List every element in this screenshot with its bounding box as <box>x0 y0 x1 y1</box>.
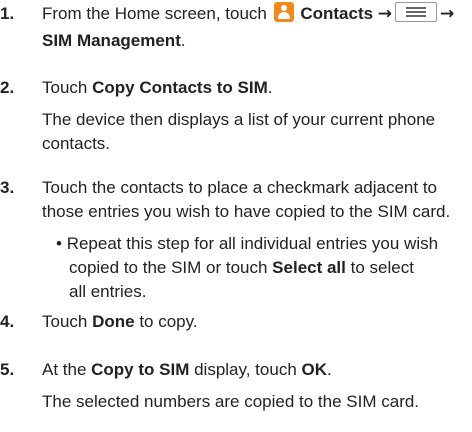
step-description: The selected numbers are copied to the S… <box>42 390 468 414</box>
step-text-part: Touch <box>42 312 93 331</box>
step-text: Touch Done to copy. <box>42 310 468 334</box>
step-number: 4. <box>0 312 15 331</box>
step-text-part: to copy. <box>134 312 198 331</box>
step-text-part: . <box>180 31 186 50</box>
instruction-page: 1. From the Home screen, touch Contacts … <box>0 0 472 432</box>
step-number: 3. <box>0 178 15 197</box>
bullet-line: Repeat this step for all individual entr… <box>66 234 439 253</box>
step-number: 5. <box>0 360 15 379</box>
description-line: The device then displays a list of your … <box>42 110 436 129</box>
step-text-line: those entries you wish to have copied to… <box>42 202 451 221</box>
contacts-icon <box>273 2 294 22</box>
menu-key-icon <box>395 2 438 22</box>
step-text-part: Touch <box>42 78 93 97</box>
description-line: The selected numbers are copied to the S… <box>42 392 420 411</box>
step-description: The device then displays a list of your … <box>42 108 468 156</box>
copy-contacts-label: Copy Contacts to SIM <box>92 78 268 97</box>
bullet-text-part: copied to the SIM or touch <box>69 258 273 277</box>
step-text: At the Copy to SIM display, touch OK. <box>42 358 468 382</box>
sim-management-label: SIM Management <box>42 31 181 50</box>
bullet-line: all entries. <box>69 282 147 301</box>
bullet-text-part: to select <box>345 258 414 277</box>
step-text: Touch Copy Contacts to SIM. <box>42 76 468 100</box>
done-label: Done <box>92 312 135 331</box>
ok-label: OK <box>301 360 328 379</box>
step-text-part: . <box>327 360 332 379</box>
step-text-part: At the <box>42 360 92 379</box>
bullet-line: copied to the SIM or touch Select all to… <box>56 256 468 280</box>
step-text: Touch the contacts to place a checkmark … <box>42 176 468 224</box>
step-number: 2. <box>0 78 15 97</box>
arrow-icon: → <box>377 4 393 24</box>
select-all-label: Select all <box>272 258 346 277</box>
step-text-part: . <box>267 78 273 97</box>
step-text-line: Touch the contacts to place a checkmark … <box>42 178 438 197</box>
arrow-icon: → <box>440 4 455 24</box>
step-text-part: display, touch <box>189 360 302 379</box>
step-text-continued: SIM Management. <box>42 29 468 53</box>
step-number: 1. <box>0 4 15 23</box>
copy-to-sim-label: Copy to SIM <box>91 360 190 379</box>
description-line: contacts. <box>42 134 111 153</box>
bullet-item: • Repeat this step for all individual en… <box>56 232 468 304</box>
step-text: From the Home screen, touch Contacts → → <box>42 2 468 26</box>
contacts-label: Contacts <box>300 4 374 23</box>
step-text-part: From the Home screen, touch <box>42 4 272 23</box>
bullet-mark: • <box>56 234 62 253</box>
